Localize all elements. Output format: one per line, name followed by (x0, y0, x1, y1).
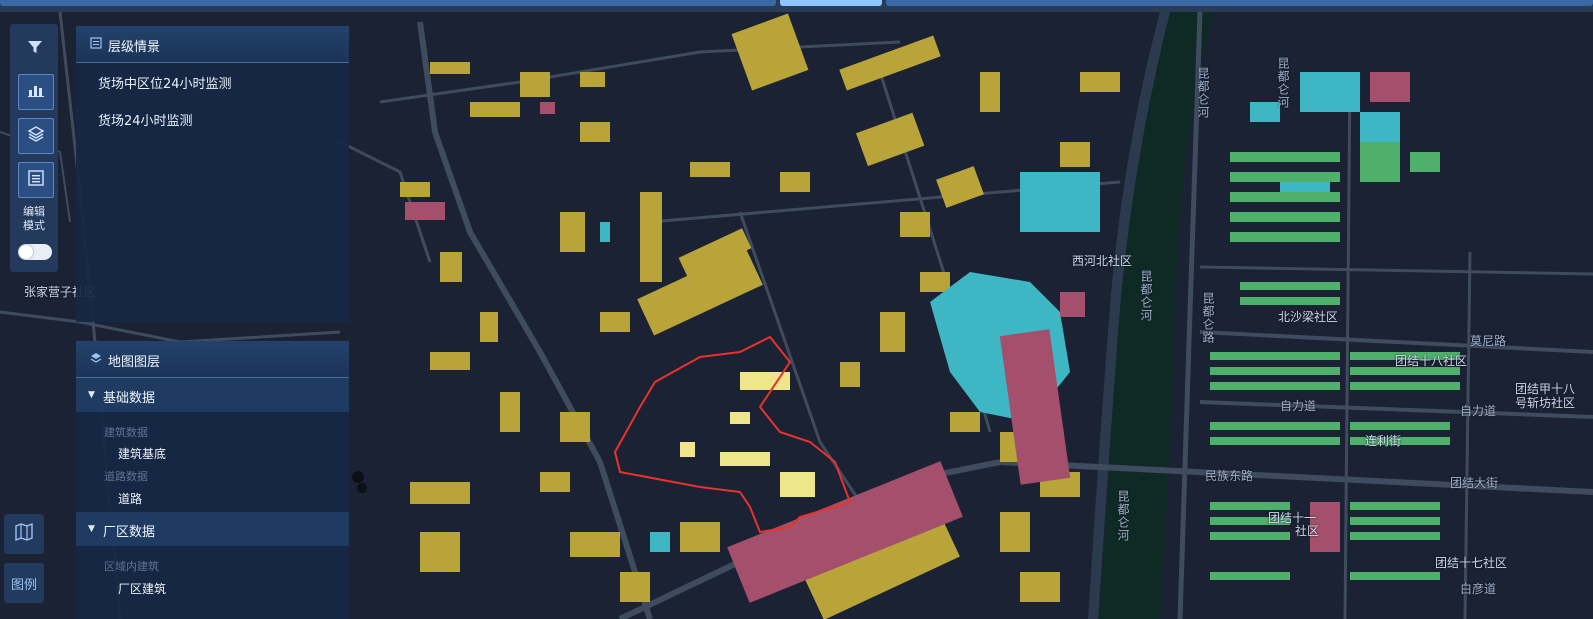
map-label-kunduhe-right: 昆都仑河 (1275, 57, 1292, 112)
legend-button[interactable]: 图例 (4, 563, 44, 603)
map-label-haofang: 号斩坊社区 (1515, 396, 1576, 410)
filter-icon[interactable] (26, 38, 44, 61)
edit-mode-label: 编辑 模式 (14, 205, 54, 233)
factory-boundary (613, 335, 852, 534)
map-label-kunduhe-top: 昆都仑河 (1195, 67, 1212, 122)
road-east-vert2 (1343, 71, 1352, 619)
map-icon (14, 522, 34, 545)
level-scenario-header: 层级情景 (76, 26, 349, 63)
road-east-1 (1199, 330, 1593, 354)
top-tab-right[interactable] (886, 0, 1593, 6)
scenario-item[interactable]: 货场24小时监测 (98, 110, 193, 129)
map-layer-panel: 地图图层 ▼ 基础数据 建筑数据 建筑基底 道路数据 道路 ▼ 厂区数据 区域内… (76, 341, 349, 619)
map-label-shequ: 社区 (1295, 524, 1320, 538)
map-label-zijiang: 自力道 (1280, 399, 1317, 413)
map-marker (352, 471, 364, 483)
edit-mode-toggle[interactable] (18, 244, 52, 260)
kunduhe-bottom-text: 昆都仑河 (1116, 490, 1130, 542)
map-marker (357, 483, 367, 493)
kunduhe-right-text: 昆都仑河 (1276, 57, 1290, 109)
map-label-minzu: 民族东路 (1205, 469, 1254, 483)
map-label-lianli: 连利街 (1365, 434, 1402, 448)
map-label-bailian: 白彦道 (1460, 582, 1497, 596)
edit-mode-line1: 编辑 (23, 205, 45, 218)
kunduhe-top-text: 昆都仑河 (1196, 67, 1210, 119)
map-label-kunduhe-bottom: 昆都仑河 (1115, 490, 1132, 545)
map-label-meini: 莫尼路 (1470, 334, 1507, 348)
map-label-tuanjie-dajie: 团结大街 (1450, 476, 1499, 490)
legend-label: 图例 (10, 577, 37, 593)
caret-down-icon: ▼ (88, 390, 95, 400)
map-label-xihe: 西河北社区 (1072, 254, 1133, 268)
tool-rail: 编辑 模式 (10, 24, 58, 272)
chart-button[interactable] (18, 74, 54, 110)
toggle-knob (19, 245, 33, 259)
map-layer-header: 地图图层 (76, 341, 349, 378)
list-icon (27, 169, 45, 191)
scenario-item[interactable]: 货场中区位24小时监测 (98, 73, 232, 92)
road-east-3 (1199, 265, 1593, 276)
edit-mode-line2: 模式 (23, 219, 45, 232)
document-icon (90, 37, 102, 49)
group-factory-data[interactable]: ▼ 厂区数据 (76, 512, 349, 546)
bar-chart-icon (27, 82, 45, 102)
category-label: 建筑数据 (104, 426, 148, 439)
top-tab-left[interactable] (0, 0, 776, 6)
group-basic-data[interactable]: ▼ 基础数据 (76, 378, 349, 412)
layer-item[interactable]: 道路 (118, 490, 142, 507)
kundunlu-text: 昆都仑路 (1201, 292, 1215, 344)
layers-button[interactable] (18, 118, 54, 154)
map-label-tuanjie18: 团结十八社区 (1395, 354, 1468, 368)
layer-item[interactable]: 建筑基底 (118, 445, 166, 462)
level-scenario-title: 层级情景 (108, 40, 161, 55)
map-layer-title: 地图图层 (108, 355, 161, 370)
layers-icon (27, 125, 45, 147)
layers-icon (90, 352, 102, 364)
map-label-kundunlu: 昆都仑路 (1200, 292, 1217, 347)
layer-item[interactable]: 厂区建筑 (118, 580, 166, 597)
map-label-tuanjie17: 团结十七社区 (1435, 556, 1508, 570)
category-label: 道路数据 (104, 470, 148, 483)
map-label-kunduhe-mid: 昆都仑河 (1138, 270, 1155, 325)
kunduhe-mid-text: 昆都仑河 (1139, 270, 1153, 322)
caret-down-icon: ▼ (88, 524, 95, 534)
map-label-zili: 自力道 (1460, 404, 1497, 418)
level-scenario-panel: 层级情景 货场中区位24小时监测 货场24小时监测 (76, 26, 349, 322)
map-label-beisha: 北沙梁社区 (1278, 310, 1339, 324)
map-view-button[interactable] (4, 514, 44, 554)
top-tab-active[interactable] (780, 0, 882, 6)
group-label: 厂区数据 (103, 525, 156, 540)
group-label: 基础数据 (103, 391, 156, 406)
top-tab-strip (0, 0, 1593, 12)
category-label: 区域内建筑 (104, 560, 159, 573)
list-button[interactable] (18, 162, 54, 198)
